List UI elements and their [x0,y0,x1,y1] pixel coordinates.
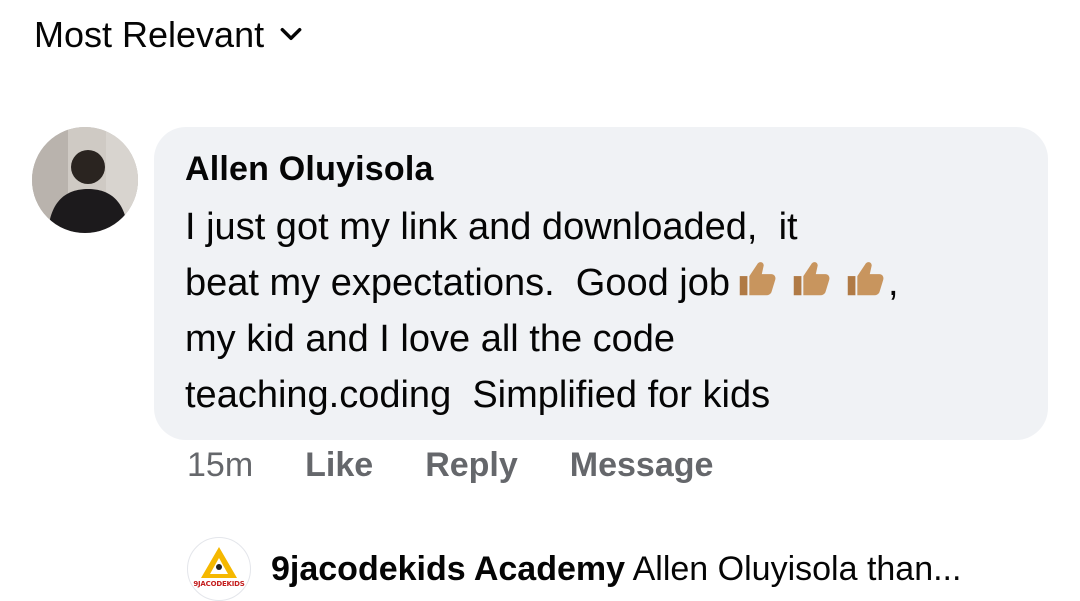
reply-snippet: Allen Oluyisola than... [632,549,962,588]
reply-avatar[interactable]: 9JACODEKIDS [187,537,251,601]
chevron-down-icon [278,14,304,56]
thumbs-emoji-group [734,255,888,301]
comment-timestamp[interactable]: 15m [187,446,253,485]
thumbs-up-icon [842,255,888,301]
thumbs-up-icon [788,255,834,301]
comment-author[interactable]: Allen Oluyisola [185,149,1018,189]
reply-button[interactable]: Reply [425,446,518,485]
comment-bubble: Allen Oluyisola I just got my link and d… [154,127,1048,440]
avatar[interactable] [32,127,138,233]
like-button[interactable]: Like [305,446,373,485]
reply-author[interactable]: 9jacodekids Academy [271,550,625,588]
sort-label: Most Relevant [34,14,265,55]
logo-text: 9JACODEKIDS [193,580,245,588]
comment-text: I just got my link and downloaded, it be… [185,199,1025,423]
comment-actions: 15m Like Reply Message [187,446,713,485]
message-button[interactable]: Message [570,446,714,485]
reply-preview[interactable]: 9JACODEKIDS 9jacodekids Academy Allen Ol… [187,537,961,601]
thumbs-up-icon [734,255,780,301]
sort-dropdown[interactable]: Most Relevant [34,14,304,56]
comment-text-part-1: I just got my link and downloaded, it be… [185,206,798,304]
